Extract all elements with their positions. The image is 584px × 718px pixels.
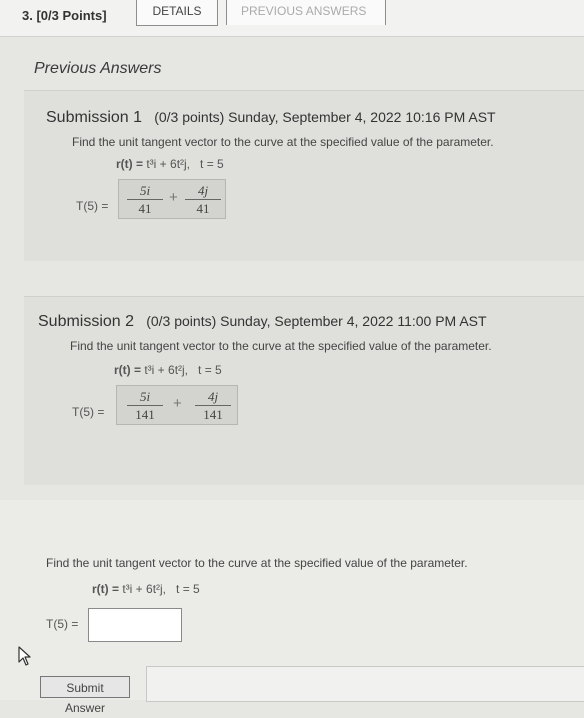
submit-answer-button[interactable]: Submit Answer [40, 676, 130, 715]
submission-title: Submission 1 (0/3 points) Sunday, Septem… [46, 109, 496, 126]
submission-panel-2: Submission 2 (0/3 points) Sunday, Septem… [24, 296, 584, 485]
curve-formula: r(t) = t³i + 6t²j, t = 5 [116, 157, 224, 171]
submission-panel-1: Submission 1 (0/3 points) Sunday, Septem… [24, 90, 584, 261]
answer-area [146, 666, 584, 702]
points-badge: [0/3 Points] [36, 8, 107, 23]
curve-formula: r(t) = t³i + 6t²j, t = 5 [92, 582, 200, 596]
fraction-i: 5i 141 [127, 388, 163, 423]
plus-sign: + [173, 395, 182, 412]
question-prompt: Find the unit tangent vector to the curv… [46, 556, 468, 570]
fraction-i: 5i 41 [127, 182, 163, 217]
answer-input[interactable] [88, 608, 182, 642]
tab-details[interactable]: DETAILS [136, 0, 218, 26]
question-prompt: Find the unit tangent vector to the curv… [72, 135, 494, 149]
question-header: 3. [0/3 Points] DETAILS PREVIOUS ANSWERS [0, 0, 584, 37]
submission-title: Submission 2 (0/3 points) Sunday, Septem… [38, 313, 487, 330]
mouse-pointer-icon [18, 646, 31, 666]
curve-formula: r(t) = t³i + 6t²j, t = 5 [114, 363, 222, 377]
submitted-answer: 5i 41 + 4j 41 [118, 179, 226, 219]
previous-answers-heading: Previous Answers [34, 60, 162, 77]
t-label: T(5) = [46, 617, 79, 631]
tab-previous-answers[interactable]: PREVIOUS ANSWERS [226, 0, 386, 25]
fraction-j: 4j 41 [185, 182, 221, 217]
plus-sign: + [169, 189, 178, 206]
submitted-answer: 5i 141 + 4j 141 [116, 385, 238, 425]
t-label: T(5) = [72, 405, 105, 419]
question-prompt: Find the unit tangent vector to the curv… [70, 339, 492, 353]
question-number: 3. [0/3 Points] [22, 8, 107, 23]
fraction-j: 4j 141 [195, 388, 231, 423]
t-label: T(5) = [76, 199, 109, 213]
